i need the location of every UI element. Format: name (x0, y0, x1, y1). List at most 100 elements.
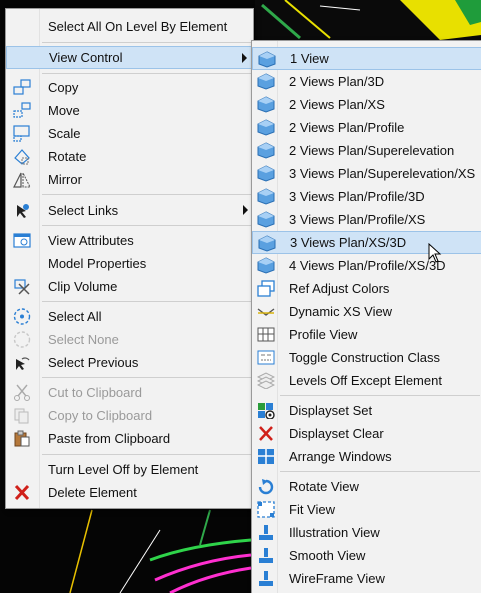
menu-separator (42, 73, 251, 74)
menu-item-label: Select All On Level By Element (48, 19, 228, 34)
menu-item-label: 1 View (290, 51, 329, 66)
view-cube-icon (258, 235, 276, 252)
menu-separator (280, 395, 480, 396)
menu-item-select-none[interactable]: Select None (6, 328, 253, 351)
menu-item-turn-level-off[interactable]: Turn Level Off by Element (6, 458, 253, 481)
submenu-item-dynamic-xs-view[interactable]: Dynamic XS View (252, 300, 481, 323)
menu-item-select-all[interactable]: Select All (6, 305, 253, 328)
menu-item-label: Scale (48, 126, 81, 141)
menu-item-copy-to-clipboard[interactable]: Copy to Clipboard (6, 404, 253, 427)
submenu-item-arrange-windows[interactable]: Arrange Windows (252, 445, 481, 468)
render-brush-icon (257, 570, 275, 587)
menu-item-copy[interactable]: Copy (6, 76, 253, 99)
displayset-clear-icon (257, 425, 275, 442)
view-cube-icon (257, 96, 275, 113)
menu-item-select-all-on-level[interactable]: Select All On Level By Element (6, 15, 253, 38)
menu-item-label: Delete Element (48, 485, 137, 500)
submenu-arrow-icon (243, 205, 248, 215)
submenu-item-2-views-plan-xs[interactable]: 2 Views Plan/XS (252, 93, 481, 116)
select-previous-icon (13, 354, 31, 371)
clip-volume-icon (13, 278, 31, 295)
menu-item-select-previous[interactable]: Select Previous (6, 351, 253, 374)
menu-item-label: Levels Off Except Element (289, 373, 442, 388)
menu-item-label: Profile View (289, 327, 358, 342)
element-context-menu: Select All On Level By Element View Cont… (5, 8, 254, 509)
submenu-item-2-views-plan-profile[interactable]: 2 Views Plan/Profile (252, 116, 481, 139)
scale-icon (13, 125, 31, 142)
submenu-item-levels-off-except-element[interactable]: Levels Off Except Element (252, 369, 481, 392)
displayset-set-icon (257, 402, 275, 419)
fit-view-icon (257, 501, 275, 518)
submenu-item-3-views-plan-superelevation-xs[interactable]: 3 Views Plan/Superelevation/XS (252, 162, 481, 185)
menu-item-label: Turn Level Off by Element (48, 462, 199, 477)
menu-item-label: Mirror (48, 172, 82, 187)
menu-item-select-links[interactable]: Select Links (6, 199, 253, 222)
construction-class-icon (257, 349, 275, 366)
mirror-icon (13, 171, 31, 188)
menu-item-label: Ref Adjust Colors (289, 281, 390, 296)
submenu-item-profile-view[interactable]: Profile View (252, 323, 481, 346)
menu-item-label: Select None (48, 332, 119, 347)
submenu-item-wireframe-view[interactable]: WireFrame View (252, 567, 481, 590)
ref-adjust-colors-icon (257, 280, 275, 297)
submenu-item-2-views-plan-superelevation[interactable]: 2 Views Plan/Superelevation (252, 139, 481, 162)
select-all-icon (13, 308, 31, 325)
menu-item-scale[interactable]: Scale (6, 122, 253, 145)
menu-item-view-control[interactable]: View Control (6, 46, 253, 69)
menu-item-label: View Control (49, 50, 123, 65)
submenu-item-smooth-view[interactable]: Smooth View (252, 544, 481, 567)
menu-item-label: Paste from Clipboard (48, 431, 171, 446)
paste-icon (13, 430, 31, 447)
submenu-item-displayset-set[interactable]: Displayset Set (252, 399, 481, 422)
submenu-item-3-views-plan-profile-3d[interactable]: 3 Views Plan/Profile/3D (252, 185, 481, 208)
menu-item-delete-element[interactable]: Delete Element (6, 481, 253, 504)
submenu-item-illustration-view[interactable]: Illustration View (252, 521, 481, 544)
menu-separator (42, 42, 251, 43)
menu-item-label: Select Previous (48, 355, 139, 370)
rotate-icon (13, 148, 31, 165)
submenu-item-2-views-plan-3d[interactable]: 2 Views Plan/3D (252, 70, 481, 93)
submenu-item-rotate-view[interactable]: Rotate View (252, 475, 481, 498)
menu-item-label: Clip Volume (48, 279, 118, 294)
menu-item-label: 2 Views Plan/Superelevation (289, 143, 455, 158)
menu-item-label: View Attributes (48, 233, 134, 248)
view-control-submenu: 1 View 2 Views Plan/3D 2 Views Plan/XS 2… (251, 40, 481, 593)
arrange-windows-icon (257, 448, 275, 465)
menu-item-label: Rotate (48, 149, 87, 164)
view-cube-icon (257, 257, 275, 274)
submenu-item-fit-view[interactable]: Fit View (252, 498, 481, 521)
menu-item-cut-to-clipboard[interactable]: Cut to Clipboard (6, 381, 253, 404)
menu-item-label: 3 Views Plan/XS/3D (290, 235, 407, 250)
menu-separator (42, 225, 251, 226)
submenu-item-3-views-plan-xs-3d[interactable]: 3 Views Plan/XS/3D (252, 231, 481, 254)
menu-item-label: Dynamic XS View (289, 304, 393, 319)
menu-item-label: Move (48, 103, 80, 118)
menu-item-move[interactable]: Move (6, 99, 253, 122)
mouse-pointer-icon (428, 242, 442, 266)
submenu-item-toggle-construction-class[interactable]: Toggle Construction Class (252, 346, 481, 369)
menu-item-label: 2 Views Plan/Profile (289, 120, 405, 135)
menu-separator (42, 377, 251, 378)
submenu-item-4-views-plan-profile-xs-3d[interactable]: 4 Views Plan/Profile/XS/3D (252, 254, 481, 277)
view-cube-icon (257, 211, 275, 228)
view-cube-icon (257, 119, 275, 136)
render-brush-icon (257, 547, 275, 564)
menu-item-mirror[interactable]: Mirror (6, 168, 253, 191)
submenu-item-1-view[interactable]: 1 View (252, 47, 481, 70)
rotate-view-icon (257, 478, 275, 495)
levels-off-icon (257, 372, 275, 389)
view-attributes-icon (13, 232, 31, 249)
menu-item-rotate[interactable]: Rotate (6, 145, 253, 168)
menu-item-label: 2 Views Plan/XS (289, 97, 385, 112)
menu-item-label: Arrange Windows (289, 449, 392, 464)
menu-item-label: Displayset Clear (289, 426, 384, 441)
menu-item-label: WireFrame View (289, 571, 385, 586)
menu-item-clip-volume[interactable]: Clip Volume (6, 275, 253, 298)
menu-item-paste-from-clipboard[interactable]: Paste from Clipboard (6, 427, 253, 450)
submenu-item-3-views-plan-profile-xs[interactable]: 3 Views Plan/Profile/XS (252, 208, 481, 231)
menu-item-label: Cut to Clipboard (48, 385, 142, 400)
menu-item-view-attributes[interactable]: View Attributes (6, 229, 253, 252)
menu-item-model-properties[interactable]: Model Properties (6, 252, 253, 275)
submenu-item-ref-adjust-colors[interactable]: Ref Adjust Colors (252, 277, 481, 300)
submenu-item-displayset-clear[interactable]: Displayset Clear (252, 422, 481, 445)
